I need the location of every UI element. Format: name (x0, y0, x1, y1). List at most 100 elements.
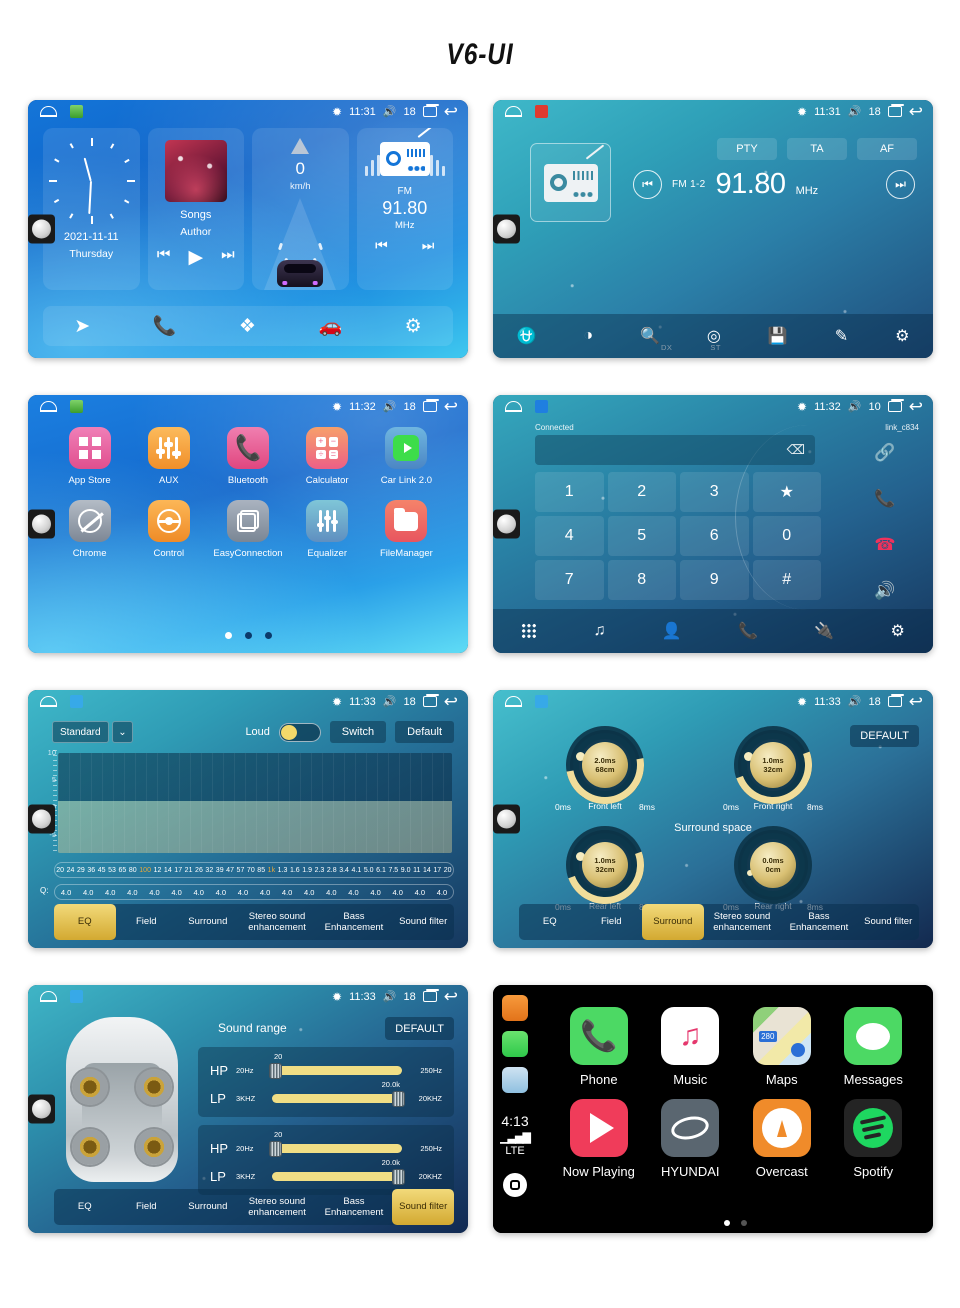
tab-field[interactable]: Field (116, 1189, 178, 1225)
app-item-easyconnection[interactable]: EasyConnection (208, 500, 287, 559)
tab-surround[interactable]: Surround (177, 904, 239, 940)
app-shortcut-icon[interactable] (535, 400, 548, 413)
key-7[interactable]: 7 (535, 560, 604, 600)
settings-icon[interactable]: ⚙ (890, 621, 904, 641)
eq-q-value[interactable]: 4.0 (238, 888, 248, 897)
eq-q-value[interactable]: 4.0 (216, 888, 226, 897)
overcast-icon[interactable] (502, 995, 528, 1021)
carplay-app-maps[interactable]: 280 Maps (736, 1007, 828, 1087)
backspace-icon[interactable]: ⌫ (787, 442, 805, 458)
back-icon[interactable]: ↩ (444, 693, 458, 710)
knob-front-right[interactable]: 1.0ms 32cm 0ms 8ms Front right (721, 713, 825, 817)
app-item-bluetooth[interactable]: 📞 Bluetooth (208, 427, 287, 486)
volume-knob[interactable] (28, 214, 55, 244)
eq-frequency-label[interactable]: 36 (87, 867, 95, 874)
eq-frequency-label[interactable]: 57 (237, 867, 245, 874)
music-widget[interactable]: Songs Author ⏮ ▶ ⏭ (147, 128, 244, 290)
loud-toggle[interactable] (278, 722, 321, 742)
eq-frequency-label[interactable]: 14 (164, 867, 172, 874)
home-icon[interactable] (40, 991, 57, 1002)
eq-q-value[interactable]: 4.0 (282, 888, 292, 897)
carplay-app-nowplaying[interactable]: Now Playing (553, 1099, 645, 1179)
key-6[interactable]: 6 (680, 516, 749, 556)
volume-knob[interactable] (493, 804, 520, 834)
speaker-icon[interactable]: 🔊 (849, 571, 921, 611)
back-icon[interactable]: ↩ (909, 398, 923, 415)
lp-slider[interactable]: 20.0k (272, 1080, 405, 1107)
recents-icon[interactable] (887, 693, 904, 707)
app-item-carlink[interactable]: Car Link 2.0 (367, 427, 446, 486)
eq-frequency-label[interactable]: 85 (257, 867, 265, 874)
tab-bass-enhancement[interactable]: Bass Enhancement (316, 904, 393, 940)
eq-frequency-label[interactable]: 5.0 (364, 867, 374, 874)
next-track-icon[interactable]: ⏭ (221, 246, 235, 269)
link-icon[interactable]: 🔗 (849, 433, 921, 473)
eq-q-value[interactable]: 4.0 (171, 888, 181, 897)
recents-icon[interactable] (422, 693, 439, 707)
previous-track-icon[interactable]: ⏮ (157, 246, 171, 269)
key-1[interactable]: 1 (535, 472, 604, 512)
home-icon[interactable] (40, 106, 57, 117)
tab-stereo-sound-enhancement[interactable]: Stereo sound enhancement (239, 1189, 316, 1225)
home-icon[interactable] (505, 401, 522, 412)
home-icon[interactable] (40, 401, 57, 412)
volume-knob[interactable] (493, 509, 520, 539)
radio-prev-icon[interactable]: ⏮ (375, 237, 388, 254)
edit-icon[interactable]: ✎ (835, 326, 848, 346)
page-dot-active[interactable] (723, 1220, 730, 1226)
radio-next-icon[interactable]: ⏭ (422, 237, 435, 254)
carplay-home-button[interactable] (503, 1173, 527, 1197)
eq-q-value[interactable]: 4.0 (83, 888, 93, 897)
radio-widget[interactable]: FM 91.80 MHz ⏮ ⏭ (356, 128, 453, 290)
page-dot[interactable] (740, 1220, 747, 1226)
tab-stereo-sound-enhancement[interactable]: Stereo sound enhancement (239, 904, 316, 940)
tab-field[interactable]: Field (581, 904, 643, 940)
eq-frequency-label[interactable]: 4.1 (352, 867, 362, 874)
tab-eq[interactable]: EQ (519, 904, 581, 940)
eq-frequency-label[interactable]: 39 (216, 867, 224, 874)
eq-frequency-label[interactable]: 45 (98, 867, 106, 874)
eq-frequency-label[interactable]: 24 (67, 867, 75, 874)
back-icon[interactable]: ↩ (444, 103, 458, 120)
eq-frequency-label[interactable]: 9.0 (401, 867, 411, 874)
eq-frequency-label[interactable]: 11 (413, 867, 420, 874)
eq-frequency-label[interactable]: 1k (268, 867, 275, 874)
eq-frequency-label[interactable]: 2.3 (315, 867, 325, 874)
eq-q-value[interactable]: 4.0 (415, 888, 425, 897)
settings-icon[interactable]: ⚙ (895, 326, 909, 346)
contacts-icon[interactable]: 👤 (662, 621, 682, 641)
scan-icon[interactable]: 🔍 (640, 326, 660, 346)
eq-frequency-label[interactable]: 17 (433, 867, 441, 874)
eq-q-value[interactable]: 4.0 (437, 888, 447, 897)
carplay-app-music[interactable]: ♫ Music (645, 1007, 737, 1087)
eq-frequency-label[interactable]: 21 (185, 867, 193, 874)
eq-frequency-label[interactable]: 26 (195, 867, 203, 874)
chevron-down-icon[interactable]: ⌄ (111, 721, 134, 743)
app-item-calculator[interactable]: + − ÷ = Calculator (288, 427, 367, 486)
tab-sound-filter[interactable]: Sound filter (392, 1189, 454, 1225)
eq-frequency-label[interactable]: 53 (108, 867, 116, 874)
tab-eq[interactable]: EQ (54, 1189, 116, 1225)
eq-q-value[interactable]: 4.0 (348, 888, 358, 897)
back-icon[interactable]: ↩ (444, 398, 458, 415)
phone-icon[interactable]: 📞 (153, 314, 177, 338)
eq-q-value[interactable]: 4.0 (105, 888, 115, 897)
default-button[interactable]: DEFAULT (385, 1017, 454, 1040)
ta-button[interactable]: TA (787, 138, 847, 160)
back-icon[interactable]: ↩ (444, 988, 458, 1005)
carlink-icon[interactable]: 🚗 (318, 314, 342, 338)
page-dot-active[interactable] (224, 632, 232, 639)
eq-q-value[interactable]: 4.0 (370, 888, 380, 897)
call-icon[interactable]: 📞 (849, 479, 921, 519)
recents-icon[interactable] (422, 398, 439, 412)
hp-slider[interactable]: 20 (269, 1052, 402, 1079)
knob-rear-right[interactable]: 0.0ms 0cm 0ms 8ms Rear right (723, 826, 823, 912)
eq-frequency-label[interactable]: 2.8 (327, 867, 337, 874)
bluetooth-icon[interactable]: 🔌 (814, 621, 834, 641)
eq-frequency-label[interactable]: 65 (119, 867, 127, 874)
eq-q-value[interactable]: 4.0 (61, 888, 71, 897)
back-icon[interactable]: ↩ (909, 103, 923, 120)
eq-frequency-label[interactable]: 1.9 (302, 867, 312, 874)
switch-button[interactable]: Switch (329, 721, 387, 743)
app-shortcut-icon[interactable] (535, 105, 548, 118)
